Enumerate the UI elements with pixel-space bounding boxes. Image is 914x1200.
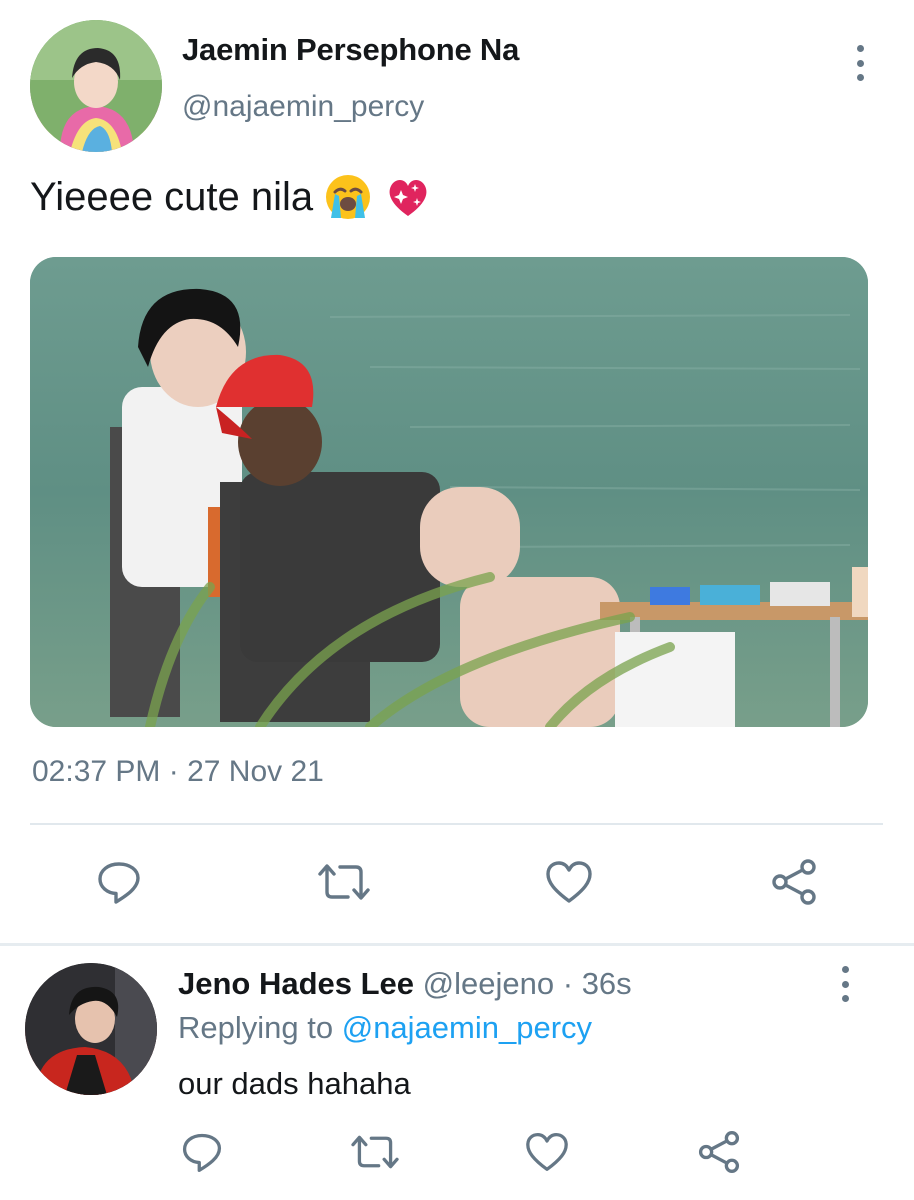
- retweet-button[interactable]: [318, 858, 370, 910]
- tweet-media-photo[interactable]: [30, 257, 868, 727]
- author-handle[interactable]: @najaemin_percy: [182, 90, 424, 124]
- share-icon: [769, 857, 819, 912]
- sparkling-heart-icon: [383, 172, 433, 222]
- tweet-text: Yieeee cute nila: [30, 172, 433, 222]
- tweet-timestamp[interactable]: 02:37 PM · 27 Nov 21: [32, 755, 324, 789]
- reply-icon: [180, 1130, 224, 1179]
- meta-separator: ·: [554, 966, 582, 1001]
- reply-like-button[interactable]: [521, 1128, 573, 1180]
- tweet-text-content: Yieeee cute nila: [30, 174, 314, 219]
- reply-author-handle[interactable]: @leejeno: [423, 966, 554, 1001]
- replying-to: Replying to @najaemin_percy: [178, 1010, 592, 1046]
- author-display-name[interactable]: Jaemin Persephone Na: [182, 32, 519, 68]
- reply-age[interactable]: 36s: [582, 966, 632, 1001]
- replying-to-mention[interactable]: @najaemin_percy: [342, 1010, 592, 1045]
- like-icon: [524, 1131, 570, 1178]
- replying-to-label: Replying to: [178, 1010, 342, 1045]
- thread-divider: [0, 943, 914, 946]
- loudly-crying-face-icon: [323, 172, 373, 222]
- like-icon: [544, 859, 594, 910]
- share-button[interactable]: [768, 858, 820, 910]
- author-avatar[interactable]: [30, 20, 162, 152]
- reply-more-options-icon[interactable]: [835, 966, 855, 1002]
- reply-reply-button[interactable]: [176, 1128, 228, 1180]
- reply-text: our dads hahaha: [178, 1066, 411, 1101]
- more-options-icon[interactable]: [850, 45, 870, 81]
- divider: [30, 823, 883, 825]
- reply-icon: [95, 858, 143, 911]
- reply-button[interactable]: [93, 858, 145, 910]
- reply-share-button[interactable]: [693, 1128, 745, 1180]
- reply-author-display-name[interactable]: Jeno Hades Lee: [178, 966, 414, 1001]
- share-icon: [696, 1129, 742, 1180]
- reply-author-avatar[interactable]: [25, 963, 157, 1095]
- like-button[interactable]: [543, 858, 595, 910]
- retweet-icon: [316, 858, 372, 911]
- reply-retweet-button[interactable]: [349, 1128, 401, 1180]
- retweet-icon: [349, 1130, 401, 1179]
- reply-header: Jeno Hades Lee @leejeno · 36s: [178, 966, 632, 1002]
